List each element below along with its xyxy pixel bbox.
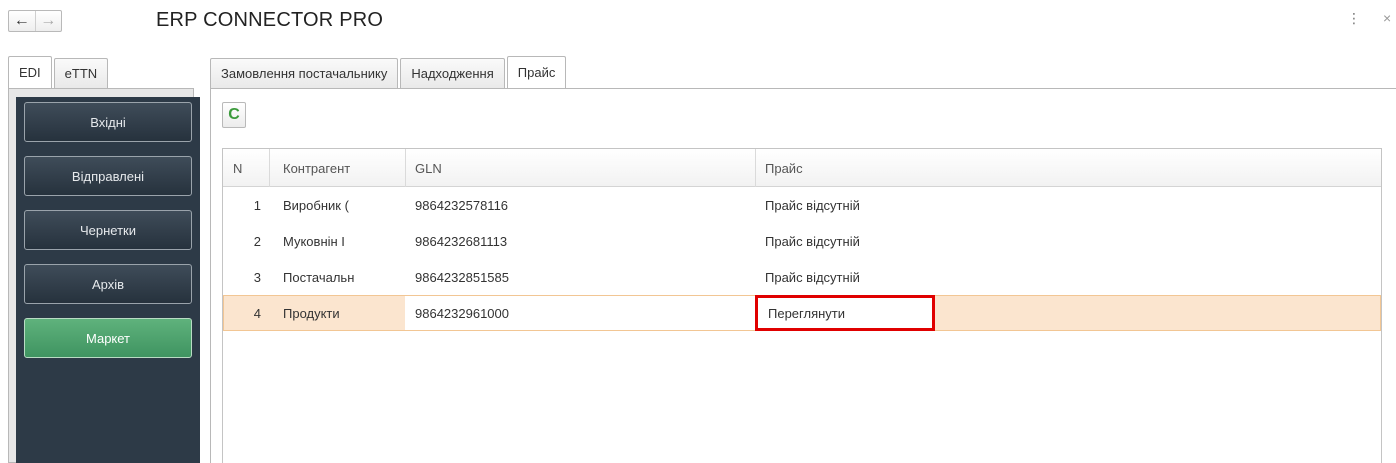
table-header: N Контрагент GLN Прайс xyxy=(223,149,1381,187)
back-button[interactable]: ← xyxy=(9,11,35,31)
sidebar: Вхідні Відправлені Чернетки Архів Маркет xyxy=(16,97,200,463)
column-divider xyxy=(269,149,270,187)
forward-button[interactable]: → xyxy=(34,11,62,31)
view-price-link[interactable]: Переглянути xyxy=(755,295,935,331)
sidebar-item-incoming[interactable]: Вхідні xyxy=(24,102,192,142)
row-price: Прайс відсутній xyxy=(765,197,860,213)
column-header-gln[interactable]: GLN xyxy=(415,150,745,186)
tab-price[interactable]: Прайс xyxy=(506,56,567,88)
row-gln: 9864232578116 xyxy=(415,197,509,213)
row-price: Прайс відсутній xyxy=(765,233,860,249)
row-counterparty: Постачальн xyxy=(283,269,355,285)
arrow-right-icon: → xyxy=(40,12,57,29)
column-header-price[interactable]: Прайс xyxy=(765,150,1065,186)
arrow-left-icon: ← xyxy=(13,12,30,29)
refresh-button[interactable]: C xyxy=(222,102,246,128)
sidebar-panel: Вхідні Відправлені Чернетки Архів Маркет xyxy=(8,88,200,463)
sidebar-item-sent[interactable]: Відправлені xyxy=(24,156,192,196)
row-number: 2 xyxy=(253,233,261,249)
app-window: ← → ERP CONNECTOR PRO ⋮ × EDI eTTN Вхідн… xyxy=(0,0,1396,463)
row-number: 1 xyxy=(253,197,261,213)
refresh-icon: C xyxy=(228,106,240,123)
price-table: N Контрагент GLN Прайс 1 Виробник ( 9864… xyxy=(222,148,1382,463)
table-row[interactable]: 3 Постачальн 9864232851585 Прайс відсутн… xyxy=(223,259,1381,295)
column-divider xyxy=(755,149,756,187)
sidebar-item-drafts[interactable]: Чернетки xyxy=(24,210,192,250)
sidebar-item-market[interactable]: Маркет xyxy=(24,318,192,358)
tab-receipts[interactable]: Надходження xyxy=(400,58,505,88)
row-price: Прайс відсутній xyxy=(765,269,860,285)
history-nav: ← → xyxy=(8,10,62,32)
row-number: 3 xyxy=(253,269,261,285)
row-gln: 9864232681113 xyxy=(415,233,508,249)
sidebar-item-archive[interactable]: Архів xyxy=(24,264,192,304)
close-icon[interactable]: × xyxy=(1383,10,1391,26)
row-gln: 9864232851585 xyxy=(415,269,509,285)
table-row[interactable]: 2 Муковнін І 9864232681113 Прайс відсутн… xyxy=(223,223,1381,259)
table-row-selected[interactable]: 4 Продукти 9864232961000 Переглянути xyxy=(223,295,1381,331)
row-counterparty: Продукти xyxy=(283,305,340,321)
column-header-counterparty[interactable]: Контрагент xyxy=(283,150,403,186)
row-counterparty: Муковнін І xyxy=(283,233,345,249)
row-gln: 9864232961000 xyxy=(405,296,755,330)
row-number: 4 xyxy=(253,305,261,321)
kebab-menu-icon[interactable]: ⋮ xyxy=(1347,10,1361,27)
tab-supplier-orders[interactable]: Замовлення постачальнику xyxy=(210,58,399,88)
tab-edi[interactable]: EDI xyxy=(8,56,52,88)
main-tab-bar: Замовлення постачальнику Надходження Пра… xyxy=(210,56,568,88)
table-row[interactable]: 1 Виробник ( 9864232578116 Прайс відсутн… xyxy=(223,187,1381,223)
column-divider xyxy=(405,149,406,187)
left-tab-bar: EDI eTTN xyxy=(8,56,110,88)
app-title: ERP CONNECTOR PRO xyxy=(156,9,384,31)
column-header-n[interactable]: N xyxy=(233,150,263,186)
row-counterparty: Виробник ( xyxy=(283,197,349,213)
tab-ettn[interactable]: eTTN xyxy=(53,58,109,88)
